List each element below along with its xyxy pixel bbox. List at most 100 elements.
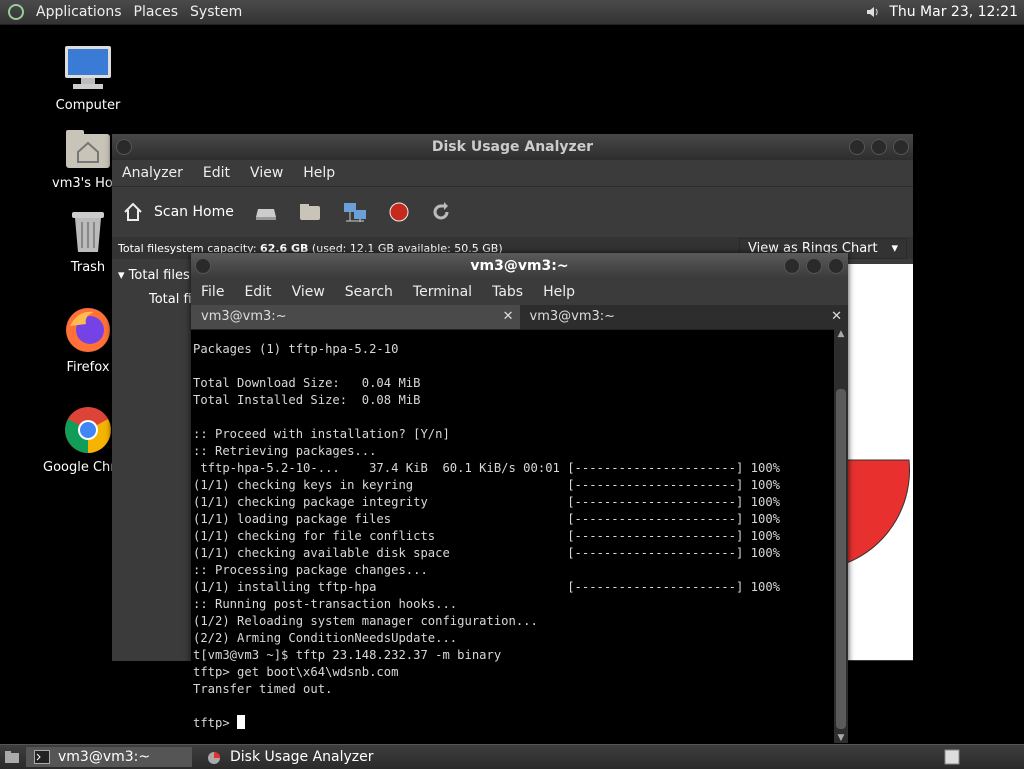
tree-row-child[interactable]: Total fil	[149, 292, 195, 307]
menu-places[interactable]: Places	[128, 4, 185, 20]
terminal-scrollbar[interactable]: ▲ ▼	[834, 329, 848, 743]
taskbar-label: Disk Usage Analyzer	[230, 749, 374, 765]
home-folder-icon	[66, 130, 110, 168]
dua-title: Disk Usage Analyzer	[431, 139, 594, 155]
terminal-tab-1[interactable]: vm3@vm3:~ ✕	[191, 305, 520, 329]
tree-root-label: Total files	[128, 268, 190, 283]
distro-logo-icon[interactable]	[8, 4, 24, 20]
chrome-icon	[65, 407, 111, 453]
text-cursor	[237, 715, 246, 729]
window-menu-icon[interactable]	[195, 258, 211, 274]
show-desktop-icon[interactable]	[4, 750, 20, 764]
dua-toolbar: Scan Home	[112, 186, 913, 237]
scroll-up-icon[interactable]: ▲	[834, 329, 848, 339]
menu-terminal[interactable]: Terminal	[403, 284, 482, 300]
tab-label: vm3@vm3:~	[201, 309, 287, 324]
terminal-line: (1/1) checking for file conflicts [-----…	[193, 529, 780, 543]
terminal-line: (1/1) checking keys in keyring [--------…	[193, 478, 780, 492]
menu-help[interactable]: Help	[533, 284, 585, 300]
menu-search[interactable]: Search	[335, 284, 403, 300]
dua-titlebar[interactable]: Disk Usage Analyzer	[112, 134, 913, 160]
terminal-line: Packages (1) tftp-hpa-5.2-10	[193, 342, 399, 356]
menu-tabs[interactable]: Tabs	[482, 284, 533, 300]
menu-applications[interactable]: Applications	[30, 4, 128, 20]
terminal-line: Transfer timed out.	[193, 682, 333, 696]
terminal-line: (1/1) loading package files [-----------…	[193, 512, 780, 526]
firefox-icon	[66, 308, 110, 352]
top-panel: Applications Places System Thu Mar 23, 1…	[0, 0, 1024, 25]
terminal-output[interactable]: Packages (1) tftp-hpa-5.2-10 Total Downl…	[191, 341, 780, 732]
trash-icon	[72, 212, 104, 252]
scan-remote-icon[interactable]	[342, 201, 368, 223]
terminal-line: tftp> get boot\x64\wdsnb.com	[193, 665, 399, 679]
menu-file[interactable]: File	[191, 284, 234, 300]
home-icon	[124, 202, 142, 221]
tree-row-root[interactable]: ▾ Total files	[118, 268, 190, 283]
minimize-icon[interactable]	[849, 139, 865, 155]
scan-home-button[interactable]: Scan Home	[122, 201, 234, 223]
close-icon[interactable]	[893, 139, 909, 155]
tree-child-label: Total fil	[149, 292, 196, 307]
terminal-window: vm3@vm3:~ File Edit View Search Terminal…	[191, 253, 848, 743]
tab-label: vm3@vm3:~	[529, 309, 616, 324]
scan-home-label: Scan Home	[154, 204, 234, 220]
minimize-icon[interactable]	[784, 258, 800, 274]
window-menu-icon[interactable]	[116, 139, 132, 155]
terminal-line: :: Processing package changes...	[193, 563, 428, 577]
desktop-icon-label: Computer	[55, 98, 121, 113]
close-tab-icon[interactable]: ✕	[831, 305, 842, 329]
maximize-icon[interactable]	[871, 139, 887, 155]
terminal-line: (1/2) Reloading system manager configura…	[193, 614, 538, 628]
terminal-line: tftp-hpa-5.2-10-... 37.4 KiB 60.1 KiB/s …	[193, 461, 780, 475]
terminal-prompt-line[interactable]: tftp>	[193, 715, 780, 732]
terminal-prompt: tftp>	[193, 716, 238, 730]
terminal-line: (1/1) checking available disk space [---…	[193, 546, 780, 560]
close-icon[interactable]	[828, 258, 844, 274]
maximize-icon[interactable]	[806, 258, 822, 274]
terminal-line: (1/1) checking package integrity [------…	[193, 495, 780, 509]
scroll-down-icon[interactable]: ▼	[834, 733, 848, 743]
terminal-line: Total Download Size: 0.04 MiB	[193, 376, 421, 390]
scrollbar-thumb[interactable]	[836, 389, 846, 729]
menu-edit[interactable]: Edit	[193, 165, 240, 181]
taskbar-item-terminal[interactable]: vm3@vm3:~	[26, 747, 192, 767]
terminal-line: (1/1) installing tftp-hpa [-------------…	[193, 580, 780, 594]
terminal-titlebar[interactable]: vm3@vm3:~	[191, 253, 848, 279]
dropdown-arrow-icon: ▾	[891, 240, 898, 256]
refresh-icon[interactable]	[430, 201, 452, 223]
terminal-menubar: File Edit View Search Terminal Tabs Help	[191, 279, 848, 305]
disk-usage-icon	[208, 752, 220, 764]
menu-help[interactable]: Help	[293, 165, 345, 181]
stop-icon[interactable]	[388, 201, 410, 223]
workspace-icon[interactable]	[944, 749, 960, 765]
terminal-line: :: Retrieving packages...	[193, 444, 377, 458]
bottom-panel: vm3@vm3:~ Disk Usage Analyzer	[0, 744, 1024, 769]
dua-menubar: Analyzer Edit View Help	[112, 160, 913, 186]
terminal-tab-2[interactable]: vm3@vm3:~ ✕	[520, 305, 849, 329]
scan-folder-icon[interactable]	[298, 201, 322, 223]
taskbar-item-dua[interactable]: Disk Usage Analyzer	[198, 747, 382, 767]
expander-icon[interactable]: ▾	[118, 268, 125, 283]
desktop-icon-computer[interactable]: Computer	[43, 44, 133, 113]
terminal-line: :: Running post-transaction hooks...	[193, 597, 458, 611]
taskbar-label: vm3@vm3:~	[58, 749, 151, 765]
terminal-line: t[vm3@vm3 ~]$ tftp 23.148.232.37 -m bina…	[193, 648, 502, 662]
scan-filesystem-icon[interactable]	[254, 201, 278, 223]
menu-view[interactable]: View	[282, 284, 335, 300]
clock[interactable]: Thu Mar 23, 12:21	[889, 4, 1018, 20]
menu-system[interactable]: System	[184, 4, 248, 20]
menu-view[interactable]: View	[240, 165, 293, 181]
close-tab-icon[interactable]: ✕	[503, 305, 514, 329]
volume-icon[interactable]	[865, 4, 881, 20]
terminal-icon	[34, 750, 50, 764]
menu-edit[interactable]: Edit	[234, 284, 281, 300]
terminal-tabbar: vm3@vm3:~ ✕ vm3@vm3:~ ✕	[191, 305, 848, 330]
terminal-line: (2/2) Arming ConditionNeedsUpdate...	[193, 631, 458, 645]
terminal-line: :: Proceed with installation? [Y/n]	[193, 427, 450, 441]
terminal-title: vm3@vm3:~	[470, 258, 569, 274]
terminal-line: Total Installed Size: 0.08 MiB	[193, 393, 421, 407]
menu-analyzer[interactable]: Analyzer	[112, 165, 193, 181]
